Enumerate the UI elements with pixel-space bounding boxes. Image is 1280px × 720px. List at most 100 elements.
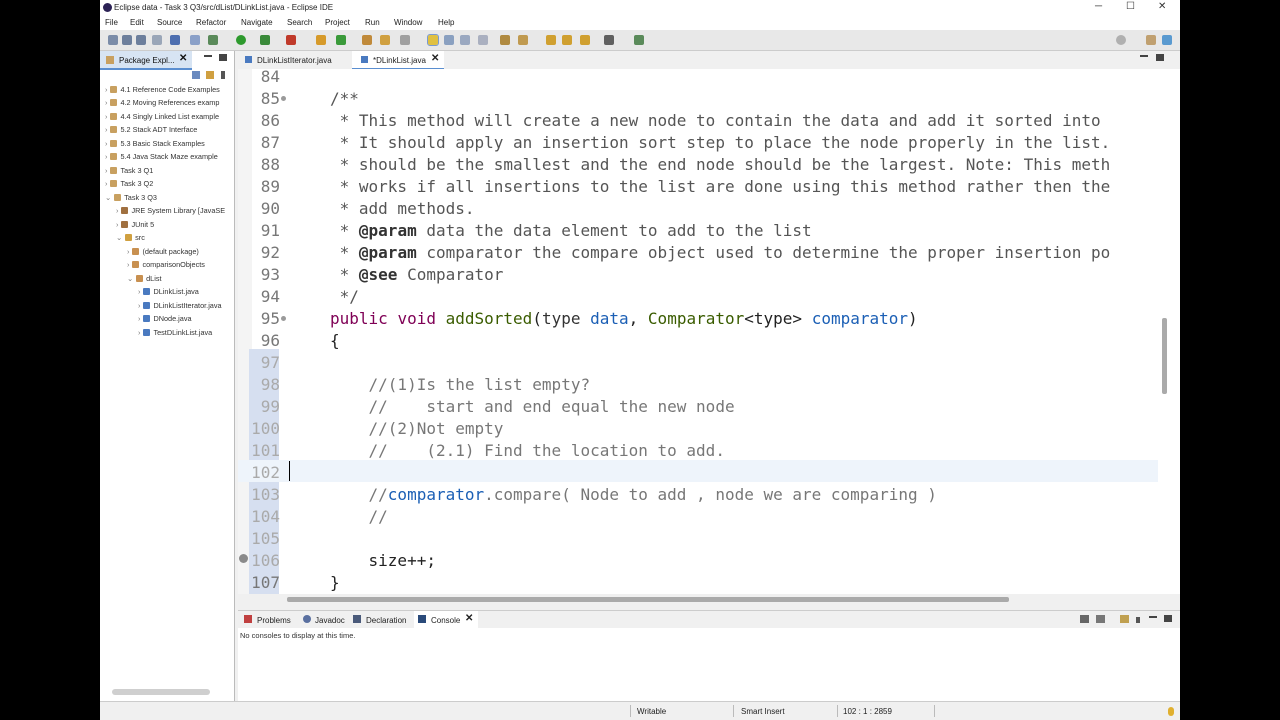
tree-item[interactable]: › 5.2 Stack ADT Interface <box>105 125 197 138</box>
editor-vertical-scrollbar-thumb[interactable] <box>1162 318 1167 394</box>
external-tools-icon[interactable] <box>286 35 296 45</box>
whitespace-icon[interactable] <box>460 35 470 45</box>
save-all-icon[interactable] <box>136 35 146 45</box>
editor-horizontal-scrollbar-thumb[interactable] <box>287 597 1009 602</box>
forward-icon[interactable] <box>580 35 590 45</box>
close-icon[interactable]: ✕ <box>179 53 187 64</box>
expand-arrow-icon[interactable]: › <box>105 166 107 175</box>
maximize-view-icon[interactable] <box>1156 54 1164 61</box>
tree-item[interactable]: › DLinkList.java <box>138 287 199 300</box>
perspective-icon[interactable] <box>1146 35 1156 45</box>
nav-forward-icon[interactable] <box>604 35 614 45</box>
tree-item[interactable]: › JUnit 5 <box>116 220 154 233</box>
tree-item[interactable]: › 4.1 Reference Code Examples <box>105 85 220 98</box>
next-annotation-icon[interactable] <box>500 35 510 45</box>
search-tool-icon[interactable] <box>380 35 390 45</box>
open-perspective-icon[interactable] <box>634 35 644 45</box>
tab-javadoc[interactable]: Javadoc <box>300 611 348 628</box>
menu-edit[interactable]: Edit <box>130 18 144 27</box>
pin-console-icon[interactable] <box>1096 615 1105 623</box>
expand-arrow-icon[interactable]: › <box>116 206 118 215</box>
close-icon[interactable]: ✕ <box>431 53 439 64</box>
skip-breakpoints-icon[interactable] <box>190 35 200 45</box>
tree-item[interactable]: › Task 3 Q1 <box>105 166 153 179</box>
block-selection-icon[interactable] <box>444 35 454 45</box>
pilcrow-icon[interactable] <box>478 35 488 45</box>
expand-arrow-icon[interactable]: › <box>105 125 107 134</box>
mark-occurrences-icon[interactable] <box>427 34 439 46</box>
prev-annotation-icon[interactable] <box>518 35 528 45</box>
new-java-project-icon[interactable] <box>316 35 326 45</box>
minimize-view-icon[interactable] <box>204 55 212 57</box>
code-editor[interactable]: 84 85 /** 86 * This method will create a … <box>238 69 1158 594</box>
maximize-view-icon[interactable] <box>1164 615 1172 622</box>
menu-source[interactable]: Source <box>157 18 182 27</box>
minimize-view-icon[interactable] <box>1140 55 1148 57</box>
java-perspective-icon[interactable] <box>1162 35 1172 45</box>
expand-arrow-icon[interactable]: › <box>105 98 107 107</box>
close-icon[interactable]: ✕ <box>465 613 473 624</box>
tree-item[interactable]: › DLinkListIterator.java <box>138 301 222 314</box>
display-console-icon[interactable] <box>1080 615 1089 623</box>
minimize-button[interactable]: ─ <box>1095 1 1102 12</box>
lightbulb-icon[interactable] <box>1168 707 1174 716</box>
tree-item[interactable]: › Task 3 Q2 <box>105 179 153 192</box>
tree-item[interactable]: ⌄ dList <box>127 274 162 287</box>
back-icon[interactable] <box>562 35 572 45</box>
new-package-icon[interactable] <box>336 35 346 45</box>
print-icon[interactable] <box>152 35 162 45</box>
open-type-icon[interactable] <box>362 35 372 45</box>
save-icon[interactable] <box>122 35 132 45</box>
fold-marker-icon[interactable] <box>281 316 286 321</box>
tree-item[interactable]: ⌄ src <box>116 233 145 246</box>
collapse-all-icon[interactable] <box>192 71 200 79</box>
tree-item[interactable]: › DNode.java <box>138 314 192 327</box>
tree-item[interactable]: › 4.4 Singly Linked List example <box>105 112 219 125</box>
menu-search[interactable]: Search <box>287 18 312 27</box>
tab-dlinklist[interactable]: *DLinkList.java ✕ <box>352 51 444 70</box>
expand-arrow-icon[interactable]: › <box>105 139 107 148</box>
expand-arrow-icon[interactable]: › <box>138 301 140 310</box>
expand-arrow-icon[interactable]: ⌄ <box>116 233 122 242</box>
expand-arrow-icon[interactable]: › <box>138 328 140 337</box>
expand-arrow-icon[interactable]: › <box>105 152 107 161</box>
horizontal-scrollbar[interactable] <box>112 689 210 695</box>
tree-item[interactable]: › 4.2 Moving References examp <box>105 98 219 111</box>
coverage-icon[interactable] <box>260 35 270 45</box>
maximize-view-icon[interactable] <box>219 54 227 61</box>
maximize-button[interactable]: ☐ <box>1126 1 1135 12</box>
open-console-icon[interactable] <box>1120 615 1129 623</box>
expand-arrow-icon[interactable]: › <box>127 247 129 256</box>
tab-dlinklistiterator[interactable]: DLinkListIterator.java <box>238 51 348 68</box>
menu-run[interactable]: Run <box>365 18 380 27</box>
expand-arrow-icon[interactable]: › <box>138 287 140 296</box>
terminal-icon[interactable] <box>170 35 180 45</box>
tab-problems[interactable]: Problems <box>238 611 298 628</box>
close-button[interactable]: ✕ <box>1158 1 1166 12</box>
tree-item[interactable]: › (default package) <box>127 247 199 260</box>
menu-project[interactable]: Project <box>325 18 350 27</box>
tree-item[interactable]: › 5.3 Basic Stack Examples <box>105 139 205 152</box>
menu-window[interactable]: Window <box>394 18 422 27</box>
tree-item[interactable]: › comparisonObjects <box>127 260 205 273</box>
debug-icon[interactable] <box>208 35 218 45</box>
expand-arrow-icon[interactable]: ⌄ <box>105 193 111 202</box>
expand-arrow-icon[interactable]: › <box>105 85 107 94</box>
view-menu-icon[interactable] <box>221 71 225 79</box>
run-icon[interactable] <box>236 35 246 45</box>
search-icon[interactable] <box>1116 35 1126 45</box>
tab-package-explorer[interactable]: Package Expl... ✕ <box>100 51 192 70</box>
tree-item[interactable]: › TestDLinkList.java <box>138 328 212 341</box>
expand-arrow-icon[interactable]: › <box>105 112 107 121</box>
menu-refactor[interactable]: Refactor <box>196 18 226 27</box>
tree-item[interactable]: ⌄ Task 3 Q3 <box>105 193 157 206</box>
menu-navigate[interactable]: Navigate <box>241 18 273 27</box>
tab-declaration[interactable]: Declaration <box>350 611 412 628</box>
menu-help[interactable]: Help <box>438 18 454 27</box>
minimize-view-icon[interactable] <box>1149 616 1157 618</box>
menu-file[interactable]: File <box>105 18 118 27</box>
tree-item[interactable]: › 5.4 Java Stack Maze example <box>105 152 218 165</box>
expand-arrow-icon[interactable]: › <box>105 179 107 188</box>
new-icon[interactable] <box>108 35 118 45</box>
annotation-icon[interactable] <box>400 35 410 45</box>
